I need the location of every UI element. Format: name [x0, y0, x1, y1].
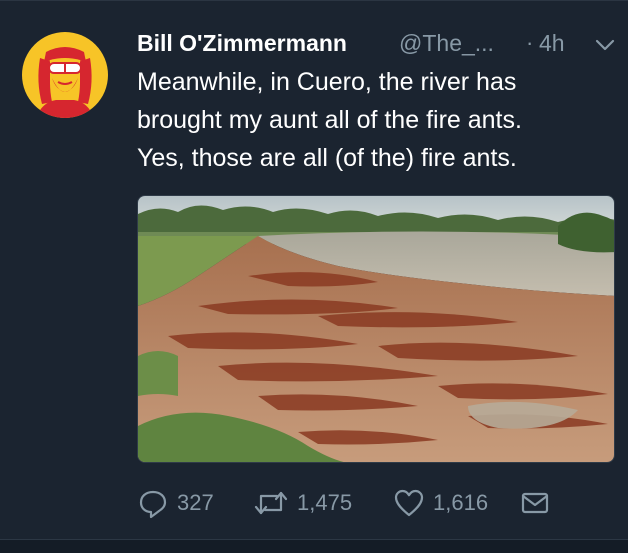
avatar-hashtag: #SAVOTAGE [44, 111, 86, 118]
direct-message-button[interactable] [519, 483, 551, 523]
chevron-down-icon[interactable] [593, 36, 617, 54]
flood-photo [138, 196, 614, 462]
tweet-text-line: Yes, those are all (of the) fire ants. [137, 144, 517, 172]
like-button[interactable]: 1,616 [393, 483, 488, 523]
display-name[interactable]: Bill O'Zimmermann [137, 30, 347, 57]
user-handle[interactable]: @The_... [399, 30, 494, 57]
retweet-count: 1,475 [297, 490, 353, 515]
reply-count: 327 [177, 490, 214, 515]
reply-button[interactable]: 327 [137, 483, 214, 523]
retweet-icon [254, 491, 288, 515]
tweet-photo[interactable] [137, 195, 615, 463]
reply-icon [139, 490, 167, 519]
avatar[interactable]: #SAVOTAGE [22, 32, 108, 118]
heart-icon [394, 489, 424, 517]
tweet-text: Meanwhile, in Cuero, the river has broug… [137, 63, 617, 177]
tweet-card[interactable]: #SAVOTAGE Bill O'Zimmermann @The_... · 4… [0, 0, 628, 553]
tweet-text-line: brought my aunt all of the fire ants. [137, 106, 522, 134]
avatar-illustration [36, 47, 94, 118]
like-count: 1,616 [433, 490, 489, 515]
timestamp[interactable]: 4h [539, 30, 565, 57]
retweet-button[interactable]: 1,475 [253, 483, 352, 523]
separator-dot: · [526, 30, 534, 55]
tweet-actions: 327 1,475 1,616 [137, 483, 617, 523]
tweet-text-line: Meanwhile, in Cuero, the river has [137, 68, 517, 96]
divider-bottom [0, 539, 628, 553]
divider-top [0, 0, 628, 1]
tweet-header: Bill O'Zimmermann @The_... · 4h [137, 28, 617, 62]
envelope-icon [521, 492, 549, 514]
